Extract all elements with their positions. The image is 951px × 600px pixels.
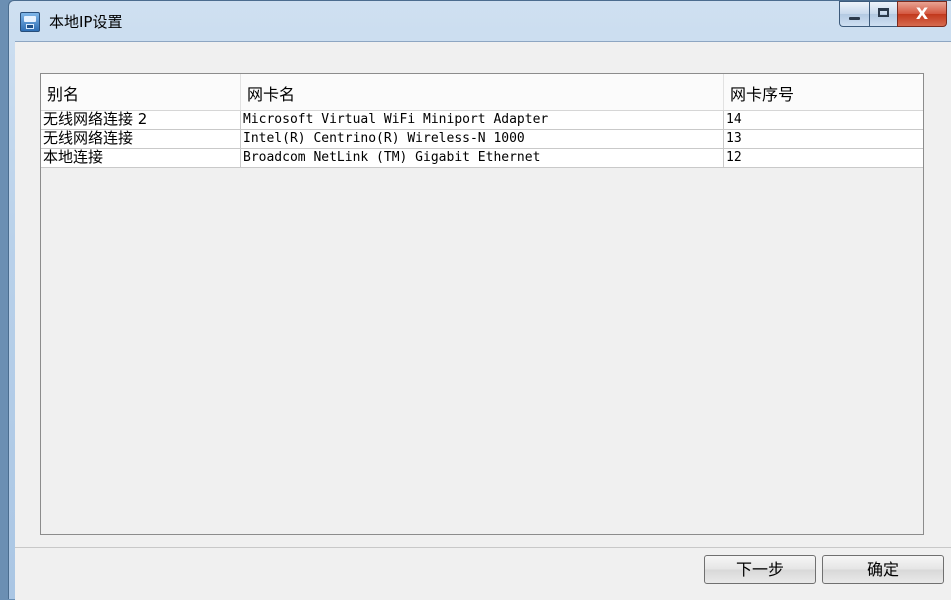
- cell-adapter-index: 13: [726, 131, 742, 146]
- maximize-button[interactable]: [869, 1, 897, 27]
- content-panel: 别名 网卡名 网卡序号 无线网络连接 2 Microsoft Virtual W…: [15, 42, 951, 548]
- dialog-window: 本地IP设置 X 别名 网卡名 网卡序号 无线网络连接 2 Microsoft …: [8, 0, 951, 600]
- close-button[interactable]: X: [897, 1, 947, 27]
- next-step-button[interactable]: 下一步: [704, 555, 816, 584]
- window-title: 本地IP设置: [49, 13, 123, 31]
- column-header-adapter-name[interactable]: 网卡名: [241, 74, 724, 110]
- cell-adapter-index: 12: [726, 150, 742, 165]
- cell-alias: 本地连接: [41, 149, 241, 167]
- close-icon: X: [915, 4, 929, 23]
- network-adapter-icon: [20, 12, 40, 32]
- cell-adapter-name: Microsoft Virtual WiFi Miniport Adapter: [241, 111, 724, 129]
- minimize-button[interactable]: [839, 1, 869, 27]
- table-row[interactable]: 无线网络连接 2 Microsoft Virtual WiFi Miniport…: [41, 111, 923, 130]
- client-area: 别名 网卡名 网卡序号 无线网络连接 2 Microsoft Virtual W…: [15, 41, 951, 600]
- column-header-alias[interactable]: 别名: [41, 74, 241, 110]
- title-bar[interactable]: 本地IP设置 X: [9, 1, 951, 41]
- table-row[interactable]: 本地连接 Broadcom NetLink (TM) Gigabit Ether…: [41, 149, 923, 168]
- cell-adapter-index: 14: [726, 112, 742, 127]
- adapter-table: 别名 网卡名 网卡序号 无线网络连接 2 Microsoft Virtual W…: [40, 73, 924, 535]
- table-header: 别名 网卡名 网卡序号: [41, 74, 923, 111]
- cell-adapter-name: Intel(R) Centrino(R) Wireless-N 1000: [241, 130, 724, 148]
- maximize-icon: [878, 8, 889, 17]
- table-row[interactable]: 无线网络连接 Intel(R) Centrino(R) Wireless-N 1…: [41, 130, 923, 149]
- cell-alias: 无线网络连接: [41, 130, 241, 148]
- ok-button[interactable]: 确定: [822, 555, 944, 584]
- column-header-adapter-index[interactable]: 网卡序号: [724, 74, 923, 110]
- cell-adapter-name: Broadcom NetLink (TM) Gigabit Ethernet: [241, 149, 724, 167]
- caption-buttons: X: [839, 1, 947, 27]
- cell-alias: 无线网络连接 2: [41, 111, 241, 129]
- minimize-icon: [849, 17, 860, 20]
